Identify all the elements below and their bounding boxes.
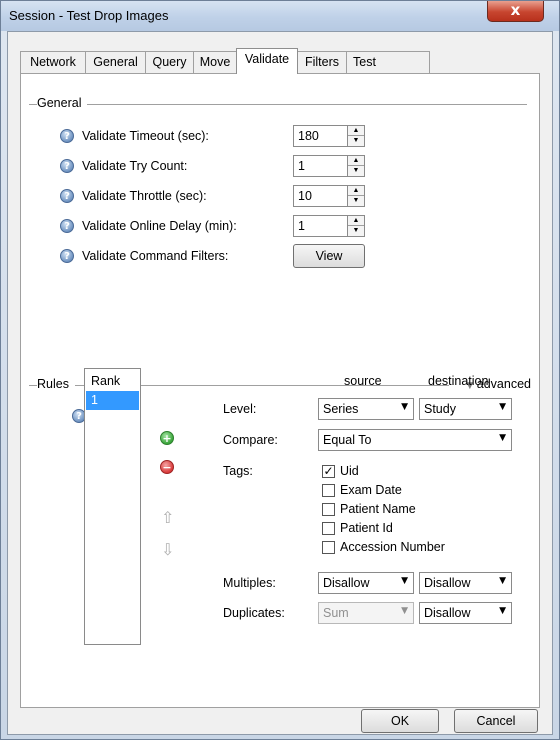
cancel-button[interactable]: Cancel bbox=[454, 709, 538, 733]
tab-validate[interactable]: Validate bbox=[236, 48, 298, 74]
chevron-down-icon: ▼ bbox=[401, 606, 408, 616]
validate-command-filters-label: Validate Command Filters: bbox=[82, 249, 229, 263]
chevron-down-icon: ▼ bbox=[499, 576, 506, 586]
close-button[interactable]: x bbox=[487, 1, 544, 22]
multiples-destination-select[interactable]: Disallow ▼ bbox=[419, 572, 512, 594]
tag-uid-checkbox[interactable]: ✓ bbox=[322, 465, 335, 478]
compare-label: Compare: bbox=[223, 433, 278, 447]
spin-up-button[interactable]: ▲ bbox=[348, 156, 364, 166]
dialog-body: Network General Query Move Validate Filt… bbox=[7, 31, 553, 735]
spin-down-button[interactable]: ▼ bbox=[348, 196, 364, 206]
list-item[interactable]: 1 bbox=[86, 391, 139, 410]
spinner-arrows: ▲ ▼ bbox=[347, 126, 364, 146]
chevron-down-icon: ▼ bbox=[499, 402, 506, 412]
window-title: Session - Test Drop Images bbox=[9, 8, 169, 23]
spinner-arrows: ▲ ▼ bbox=[347, 216, 364, 236]
rank-list[interactable]: Rank 1 bbox=[84, 368, 141, 645]
validate-try-count-value[interactable]: 1 bbox=[298, 159, 305, 173]
level-source-value: Series bbox=[323, 402, 359, 416]
general-divider bbox=[29, 104, 527, 105]
spin-down-button[interactable]: ▼ bbox=[348, 136, 364, 146]
help-icon[interactable]: ? bbox=[60, 129, 74, 143]
validate-online-delay-label: Validate Online Delay (min): bbox=[82, 219, 237, 233]
tag-uid-label: Uid bbox=[340, 464, 359, 478]
validate-throttle-spinner[interactable]: 10 ▲ ▼ bbox=[293, 185, 365, 207]
tags-label: Tags: bbox=[223, 464, 253, 478]
duplicates-destination-value: Disallow bbox=[424, 606, 471, 620]
tab-filters[interactable]: Filters bbox=[297, 51, 347, 73]
spinner-arrows: ▲ ▼ bbox=[347, 156, 364, 176]
chevron-down-icon: ▼ bbox=[401, 402, 408, 412]
title-bar: Session - Test Drop Images x bbox=[1, 1, 559, 31]
rank-column-header: Rank bbox=[91, 374, 121, 388]
spin-up-button[interactable]: ▲ bbox=[348, 186, 364, 196]
ok-button[interactable]: OK bbox=[361, 709, 439, 733]
help-icon[interactable]: ? bbox=[60, 249, 74, 263]
validate-try-count-label: Validate Try Count: bbox=[82, 159, 188, 173]
tag-accession-number-checkbox[interactable] bbox=[322, 541, 335, 554]
spin-down-button[interactable]: ▼ bbox=[348, 166, 364, 176]
remove-icon[interactable]: − bbox=[160, 460, 174, 474]
duplicates-label: Duplicates: bbox=[223, 606, 285, 620]
multiples-source-select[interactable]: Disallow ▼ bbox=[318, 572, 414, 594]
duplicates-source-value: Sum bbox=[323, 606, 349, 620]
tag-exam-date-label: Exam Date bbox=[340, 483, 402, 497]
help-icon[interactable]: ? bbox=[60, 189, 74, 203]
level-label: Level: bbox=[223, 402, 257, 416]
destination-column-header: destination bbox=[428, 374, 489, 388]
multiples-label: Multiples: bbox=[223, 576, 276, 590]
rules-section-title: Rules bbox=[37, 377, 75, 391]
tab-test[interactable]: Test bbox=[346, 51, 430, 73]
validate-throttle-label: Validate Throttle (sec): bbox=[82, 189, 207, 203]
add-icon[interactable]: + bbox=[160, 431, 174, 445]
tag-patient-id-checkbox[interactable] bbox=[322, 522, 335, 535]
level-destination-value: Study bbox=[424, 402, 456, 416]
help-icon[interactable]: ? bbox=[60, 219, 74, 233]
session-dialog: Session - Test Drop Images x Network Gen… bbox=[0, 0, 560, 740]
chevron-down-icon: ▼ bbox=[499, 433, 506, 443]
validate-try-count-spinner[interactable]: 1 ▲ ▼ bbox=[293, 155, 365, 177]
spin-up-button[interactable]: ▲ bbox=[348, 126, 364, 136]
chevron-down-icon: ▼ bbox=[499, 606, 506, 616]
tag-patient-name-label: Patient Name bbox=[340, 502, 416, 516]
duplicates-destination-select[interactable]: Disallow ▼ bbox=[419, 602, 512, 624]
multiples-source-value: Disallow bbox=[323, 576, 370, 590]
tab-general[interactable]: General bbox=[85, 51, 146, 73]
tab-move[interactable]: Move bbox=[193, 51, 237, 73]
level-source-select[interactable]: Series ▼ bbox=[318, 398, 414, 420]
spin-down-button[interactable]: ▼ bbox=[348, 226, 364, 236]
tag-exam-date-checkbox[interactable] bbox=[322, 484, 335, 497]
general-section-title: General bbox=[37, 96, 88, 110]
multiples-destination-value: Disallow bbox=[424, 576, 471, 590]
tag-accession-number-label: Accession Number bbox=[340, 540, 445, 554]
source-column-header: source bbox=[344, 374, 382, 388]
compare-select[interactable]: Equal To ▼ bbox=[318, 429, 512, 451]
spin-up-button[interactable]: ▲ bbox=[348, 216, 364, 226]
tab-query[interactable]: Query bbox=[145, 51, 194, 73]
level-destination-select[interactable]: Study ▼ bbox=[419, 398, 512, 420]
spinner-arrows: ▲ ▼ bbox=[347, 186, 364, 206]
close-icon: x bbox=[510, 1, 521, 19]
help-icon[interactable]: ? bbox=[60, 159, 74, 173]
arrow-up-icon[interactable]: ⇧ bbox=[161, 508, 174, 527]
tab-network[interactable]: Network bbox=[20, 51, 86, 73]
validate-online-delay-spinner[interactable]: 1 ▲ ▼ bbox=[293, 215, 365, 237]
tag-patient-name-checkbox[interactable] bbox=[322, 503, 335, 516]
arrow-down-icon[interactable]: ⇩ bbox=[161, 540, 174, 559]
chevron-down-icon: ▼ bbox=[401, 576, 408, 586]
validate-panel: General ? Validate Timeout (sec): 180 ▲ … bbox=[20, 73, 540, 708]
tag-patient-id-label: Patient Id bbox=[340, 521, 393, 535]
compare-value: Equal To bbox=[323, 433, 372, 447]
validate-throttle-value[interactable]: 10 bbox=[298, 189, 312, 203]
validate-online-delay-value[interactable]: 1 bbox=[298, 219, 305, 233]
validate-timeout-value[interactable]: 180 bbox=[298, 129, 319, 143]
validate-timeout-spinner[interactable]: 180 ▲ ▼ bbox=[293, 125, 365, 147]
validate-timeout-label: Validate Timeout (sec): bbox=[82, 129, 209, 143]
duplicates-source-select: Sum ▼ bbox=[318, 602, 414, 624]
view-button[interactable]: View bbox=[293, 244, 365, 268]
